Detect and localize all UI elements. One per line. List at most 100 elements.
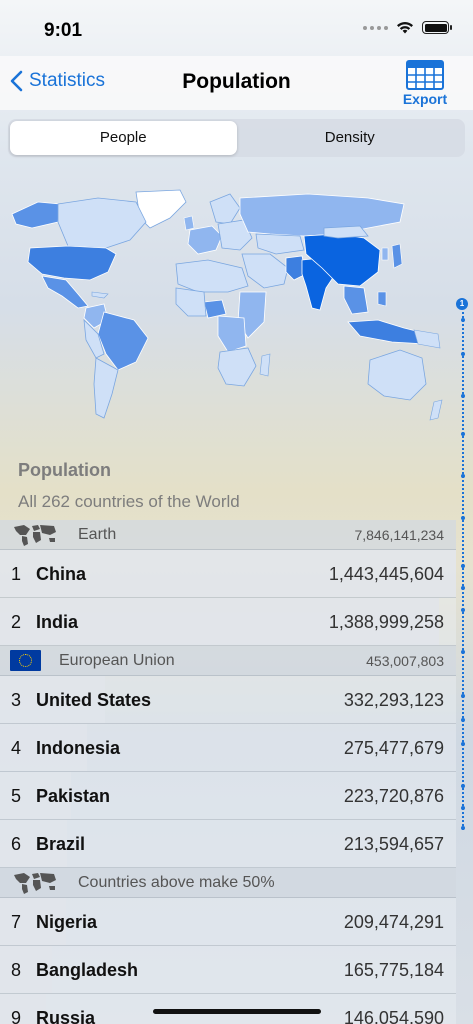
map-region-russia: [239, 193, 405, 237]
row-rank: 5: [11, 786, 22, 806]
country-row[interactable]: 8 Bangladesh 165,775,184: [0, 946, 456, 994]
world-map-icon: [14, 873, 56, 894]
country-row[interactable]: 7 Nigeria 209,474,291: [0, 898, 456, 946]
map-region-korea: [381, 247, 389, 261]
world-population-map[interactable]: [8, 188, 454, 438]
country-row[interactable]: 6 Brazil 213,594,657: [0, 820, 456, 868]
group-label: Countries above make 50%: [78, 874, 275, 891]
row-population: 1,388,999,258: [328, 612, 444, 632]
export-button[interactable]: Export: [399, 60, 451, 107]
row-population: 275,477,679: [343, 738, 444, 758]
row-country-name: China: [36, 564, 87, 584]
scroll-index-dot[interactable]: [461, 474, 465, 478]
scroll-index-dot[interactable]: [461, 586, 465, 590]
row-rank: 3: [11, 690, 22, 710]
navigation-bar: Statistics Population Export: [0, 56, 473, 110]
group-row-earth[interactable]: Earth 7,846,141,234: [0, 520, 456, 550]
scroll-index-dot[interactable]: [461, 650, 465, 654]
country-row[interactable]: 1 China 1,443,445,604: [0, 550, 456, 598]
country-row[interactable]: 3 United States 332,293,123: [0, 676, 456, 724]
map-region-southeast-asia: [343, 285, 369, 315]
group-label: European Union: [59, 652, 175, 669]
scroll-index-dot[interactable]: [461, 516, 465, 520]
map-region-middle-east: [241, 253, 289, 289]
map-region-caribbean: [91, 291, 109, 299]
row-country-name: Brazil: [36, 834, 86, 854]
scroll-index-dot[interactable]: [461, 806, 465, 810]
map-region-west-africa: [175, 287, 207, 317]
map-region-southern-africa: [217, 347, 257, 387]
group-row-european-union[interactable]: European Union 453,007,803: [0, 646, 456, 676]
row-population: 1,443,445,604: [328, 564, 444, 584]
map-region-australia: [367, 349, 427, 401]
row-country-name: Bangladesh: [36, 960, 139, 980]
group-row-half-population[interactable]: Countries above make 50%: [0, 868, 456, 898]
scroll-index-dot[interactable]: [461, 394, 465, 398]
row-rank: 1: [11, 564, 22, 584]
population-list: Earth 7,846,141,234 1 China 1,443,445,60…: [0, 520, 456, 1024]
scroll-index-dot[interactable]: [461, 826, 465, 830]
row-population: 223,720,876: [343, 786, 444, 806]
row-rank: 8: [11, 960, 22, 980]
scroll-index-dot[interactable]: [461, 718, 465, 722]
status-time: 9:01: [44, 20, 83, 41]
map-region-brazil: [97, 311, 149, 371]
map-region-usa: [27, 245, 117, 281]
map-region-madagascar: [259, 353, 271, 377]
status-icons: [363, 21, 452, 34]
scroll-index-dot[interactable]: [461, 318, 465, 322]
world-map-icon: [14, 525, 56, 546]
map-region-western-europe: [187, 225, 223, 255]
row-rank: 9: [11, 1008, 22, 1024]
eu-flag-icon: [10, 650, 41, 671]
map-region-new-guinea: [413, 329, 441, 349]
country-row[interactable]: 5 Pakistan 223,720,876: [0, 772, 456, 820]
scroll-index-dot[interactable]: [461, 784, 465, 788]
section-title: Population: [18, 460, 111, 480]
map-region-kazakhstan: [255, 233, 305, 255]
export-label: Export: [402, 91, 448, 107]
map-region-canada: [57, 197, 147, 249]
scroll-index-dot[interactable]: [461, 432, 465, 436]
group-value: 7,846,141,234: [354, 527, 444, 543]
map-region-nigeria: [203, 299, 227, 319]
map-region-scandinavia: [209, 193, 241, 225]
map-region-central-africa: [217, 315, 247, 353]
row-rank: 6: [11, 834, 22, 854]
row-country-name: United States: [36, 690, 152, 710]
map-region-uk: [183, 215, 195, 231]
segment-density[interactable]: Density: [237, 121, 464, 155]
group-label: Earth: [78, 526, 117, 543]
row-rank: 7: [11, 912, 22, 932]
row-country-name: Pakistan: [36, 786, 111, 806]
scroll-index[interactable]: 1: [456, 298, 470, 838]
row-country-name: India: [36, 612, 79, 632]
row-rank: 2: [11, 612, 22, 632]
row-population: 165,775,184: [343, 960, 444, 980]
scroll-index-dot[interactable]: [461, 352, 465, 356]
scroll-index-dot[interactable]: [461, 742, 465, 746]
home-indicator[interactable]: [153, 1009, 321, 1014]
group-value: 453,007,803: [366, 653, 444, 669]
battery-icon: [422, 21, 452, 34]
country-row[interactable]: 2 India 1,388,999,258: [0, 598, 456, 646]
scroll-index-track[interactable]: [462, 312, 464, 830]
status-bar: 9:01: [0, 0, 473, 56]
map-region-mongolia: [323, 225, 369, 239]
map-region-alaska: [11, 201, 61, 229]
row-country-name: Indonesia: [36, 738, 121, 758]
map-region-japan: [391, 243, 403, 269]
scroll-index-dot[interactable]: [461, 564, 465, 568]
wifi-icon: [397, 22, 413, 34]
map-region-philippines: [377, 291, 387, 307]
scroll-index-dot[interactable]: [461, 694, 465, 698]
row-country-name: Russia: [36, 1008, 96, 1024]
scroll-index-badge[interactable]: 1: [456, 298, 468, 310]
row-population: 209,474,291: [343, 912, 444, 932]
country-row[interactable]: 4 Indonesia 275,477,679: [0, 724, 456, 772]
section-subtitle: All 262 countries of the World: [18, 492, 240, 511]
scroll-index-dot[interactable]: [461, 608, 465, 612]
row-population: 213,594,657: [343, 834, 444, 854]
segment-people[interactable]: People: [10, 121, 237, 155]
segmented-control: People Density: [8, 119, 465, 157]
